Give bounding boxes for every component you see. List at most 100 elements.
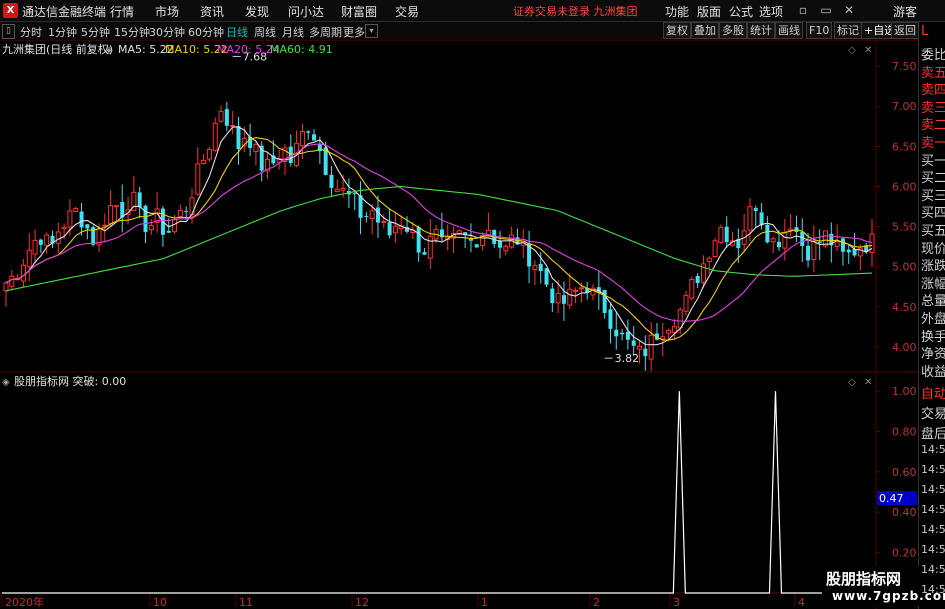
menu-6[interactable]: 交易 — [395, 3, 419, 20]
app-title: 通达信金融终端 — [22, 5, 107, 19]
time-tick-label: 4 — [798, 596, 805, 609]
right-menu-0[interactable]: 功能 — [665, 3, 689, 20]
side-field-9[interactable]: 买四 — [921, 202, 945, 221]
side-panel-top-label[interactable]: L — [921, 24, 928, 39]
candle-body-up — [666, 330, 672, 334]
close-icon[interactable]: ✕ — [841, 2, 857, 18]
chart-tool-4[interactable]: 画线 — [775, 22, 803, 39]
side-field-0[interactable]: 委比 — [921, 44, 945, 63]
candle-body-down — [643, 348, 648, 357]
candle-body-up — [573, 289, 579, 292]
side-field-12[interactable]: 涨跌 — [921, 255, 945, 274]
panel-toggle-icon[interactable]: ▯ — [2, 24, 15, 39]
side-field-8[interactable]: 买三 — [921, 185, 945, 204]
candle-body-up — [555, 292, 561, 304]
chart-tool-8[interactable]: 返回 — [891, 22, 919, 39]
candle-body-down — [608, 309, 613, 329]
period-tab-6[interactable]: 日线 — [226, 24, 248, 40]
candle-body-up — [148, 225, 154, 231]
side-lower-0[interactable]: 自动 — [921, 383, 945, 402]
sub-tick-label: 0.60 — [892, 466, 917, 479]
candle-body-down — [550, 288, 555, 304]
chart-diamond-icon[interactable]: ◇ — [848, 45, 856, 56]
side-time-3: 14:56 — [921, 503, 945, 516]
time-tick-label: 3 — [673, 596, 680, 609]
period-tab-4[interactable]: 30分钟 — [149, 24, 185, 40]
period-tab-10[interactable]: 更多 — [343, 24, 365, 40]
login-notice[interactable]: 证券交易未登录 九洲集团 — [513, 3, 638, 19]
menu-4[interactable]: 问小达 — [288, 3, 324, 20]
period-tab-2[interactable]: 5分钟 — [81, 24, 110, 40]
user-label[interactable]: 游客 — [893, 3, 917, 20]
candles — [3, 101, 875, 372]
period-tab-0[interactable]: 分时 — [20, 24, 42, 40]
right-menu-1[interactable]: 版面 — [697, 3, 721, 20]
side-field-10[interactable]: 买五 — [921, 220, 945, 239]
candle-body-down — [620, 332, 625, 335]
period-tab-1[interactable]: 1分钟 — [48, 24, 77, 40]
chart-tool-2[interactable]: 多股 — [719, 22, 747, 39]
chart-tool-0[interactable]: 复权 — [663, 22, 691, 39]
candle-body-up — [334, 188, 340, 193]
candle-body-up — [770, 238, 776, 243]
candle-body-down — [236, 125, 241, 150]
side-field-18[interactable]: 收益 — [921, 361, 945, 380]
minimize-icon[interactable]: ▫ — [795, 2, 811, 18]
time-tick-label: 2020年 — [5, 595, 44, 609]
period-tab-3[interactable]: 15分钟 — [114, 24, 150, 40]
chart-tool-1[interactable]: 叠加 — [691, 22, 719, 39]
period-tab-7[interactable]: 周线 — [254, 24, 276, 40]
side-field-15[interactable]: 外盘 — [921, 308, 945, 327]
side-field-6[interactable]: 买一 — [921, 150, 945, 169]
restore-icon[interactable]: ▭ — [818, 2, 834, 18]
candle-body-down — [614, 329, 619, 337]
candle-body-up — [532, 265, 538, 270]
side-lower-1[interactable]: 交易 — [921, 403, 945, 422]
candle-body-down — [695, 276, 700, 284]
side-field-11[interactable]: 现价 — [921, 238, 945, 257]
menu-5[interactable]: 财富圈 — [341, 3, 377, 20]
candle-body-up — [102, 224, 108, 227]
period-tab-5[interactable]: 60分钟 — [188, 24, 224, 40]
side-field-5[interactable]: 卖一 — [921, 132, 945, 151]
chart-tool-6[interactable]: 标记 — [834, 22, 862, 39]
time-tick-label: 12 — [355, 596, 369, 609]
side-field-16[interactable]: 换手 — [921, 326, 945, 345]
side-field-1[interactable]: 卖五 — [921, 62, 945, 81]
side-field-14[interactable]: 总量 — [921, 290, 945, 309]
chart-tool-5[interactable]: F10 — [806, 22, 833, 39]
period-tab-9[interactable]: 多周期 — [309, 24, 342, 40]
side-field-3[interactable]: 卖三 — [921, 97, 945, 116]
candle-body-down — [631, 340, 636, 346]
ma-settings-icon[interactable]: ◈ — [105, 45, 113, 56]
menu-1[interactable]: 市场 — [155, 3, 179, 20]
sub-diamond-icon[interactable]: ◇ — [848, 377, 856, 388]
dropdown-icon[interactable]: ▾ — [365, 24, 378, 38]
side-time-4: 14:56 — [921, 523, 945, 536]
right-menu-2[interactable]: 公式 — [729, 3, 753, 20]
candle-body-down — [765, 224, 770, 243]
price-tick-label: 6.00 — [892, 180, 917, 193]
candle-body-down — [329, 174, 334, 188]
menu-0[interactable]: 行情 — [110, 3, 134, 20]
right-menu-3[interactable]: 选项 — [759, 3, 783, 20]
side-field-4[interactable]: 卖二 — [921, 114, 945, 133]
side-field-2[interactable]: 卖四 — [921, 79, 945, 98]
side-field-7[interactable]: 买二 — [921, 167, 945, 186]
menu-3[interactable]: 发现 — [245, 3, 269, 20]
sub-close-icon[interactable]: ✕ — [864, 377, 872, 388]
candle-body-down — [79, 211, 84, 228]
candle-body-up — [834, 241, 840, 247]
side-field-17[interactable]: 净资 — [921, 343, 945, 362]
chart-tool-3[interactable]: 统计 — [747, 22, 775, 39]
candle-body-up — [712, 240, 718, 258]
side-field-13[interactable]: 涨幅 — [921, 273, 945, 292]
menu-2[interactable]: 资讯 — [200, 3, 224, 20]
candle-body-down — [753, 208, 758, 211]
kline-chart[interactable]: 7.50 7.00 6.50 6.00 5.50 5.00 4.50 4.00 1.00 0.80… — [0, 40, 918, 609]
sub-settings-icon[interactable]: ◈ — [2, 377, 10, 388]
candle-body-up — [73, 207, 79, 213]
side-lower-2[interactable]: 盘后 — [921, 423, 945, 442]
chart-close-icon[interactable]: ✕ — [864, 45, 872, 56]
period-tab-8[interactable]: 月线 — [282, 24, 304, 40]
